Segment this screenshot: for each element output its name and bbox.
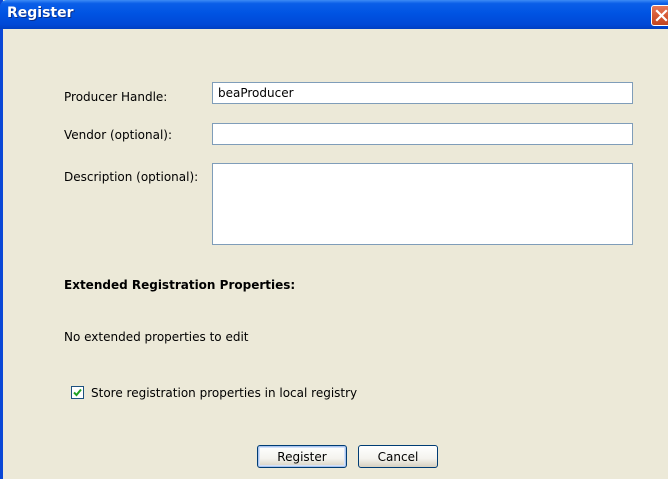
cancel-button[interactable]: Cancel bbox=[358, 445, 438, 468]
producer-handle-input[interactable] bbox=[212, 82, 633, 104]
producer-handle-label: Producer Handle: bbox=[64, 90, 168, 104]
register-dialog: Register Producer Handle: Vendor (option… bbox=[0, 0, 668, 479]
close-button[interactable] bbox=[651, 5, 668, 26]
check-icon bbox=[73, 388, 82, 397]
extended-properties-heading: Extended Registration Properties: bbox=[64, 278, 296, 292]
register-button[interactable]: Register bbox=[257, 445, 347, 468]
window-title: Register bbox=[7, 5, 74, 21]
extended-properties-empty-message: No extended properties to edit bbox=[64, 330, 249, 344]
store-registration-checkbox[interactable] bbox=[71, 386, 84, 399]
vendor-label: Vendor (optional): bbox=[64, 128, 173, 142]
close-icon bbox=[655, 9, 668, 22]
vendor-input[interactable] bbox=[212, 123, 633, 145]
store-registration-label[interactable]: Store registration properties in local r… bbox=[91, 386, 357, 400]
description-label: Description (optional): bbox=[64, 170, 199, 184]
description-textarea[interactable] bbox=[212, 163, 633, 245]
title-bar[interactable]: Register bbox=[0, 0, 668, 29]
